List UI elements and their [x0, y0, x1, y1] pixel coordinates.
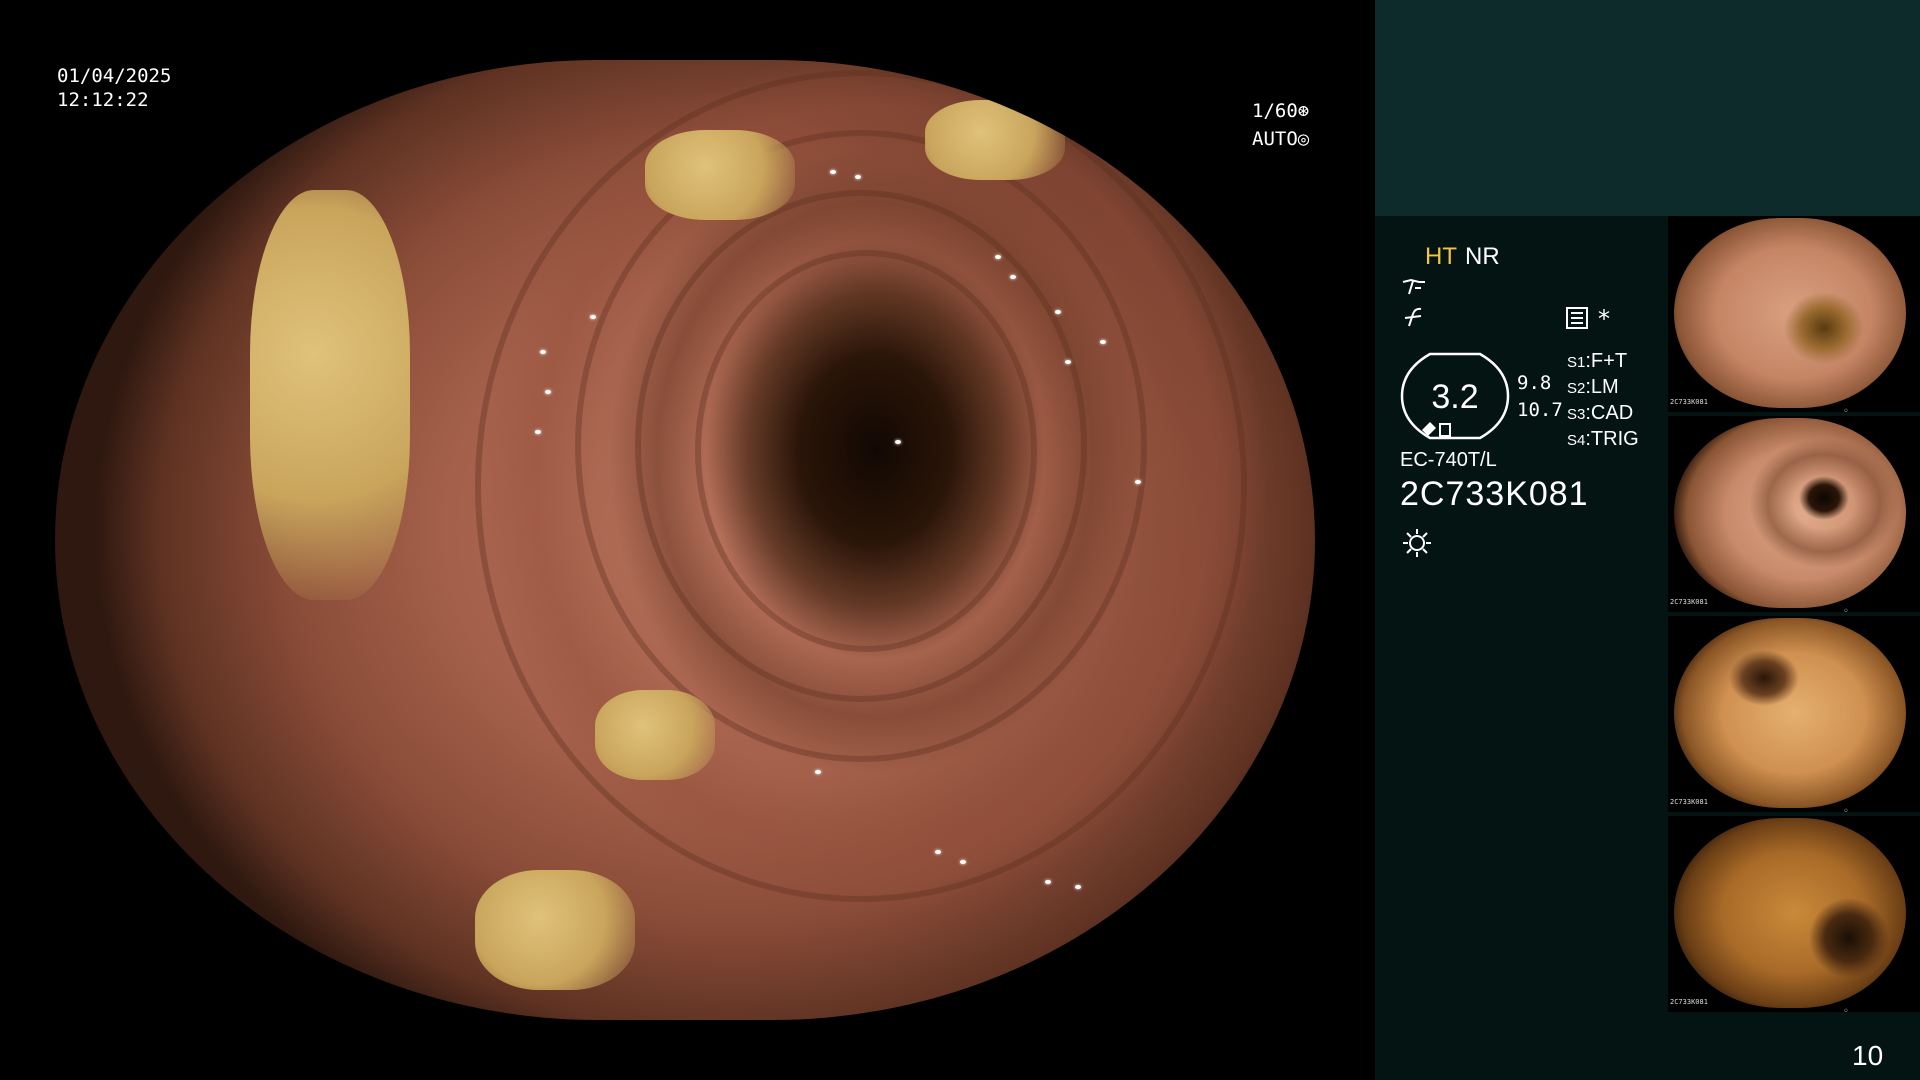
mucosal-fold [475, 70, 1247, 902]
scope-model: EC-740T/L [1400, 449, 1497, 471]
thumbnail-image [1674, 218, 1906, 408]
stool-residue [595, 690, 715, 780]
light-reflection [1075, 885, 1081, 889]
light-reflection [590, 315, 596, 319]
captured-thumbnail[interactable]: 2C733K081 [1668, 816, 1920, 1012]
light-reflection [540, 350, 546, 354]
captured-thumbnail[interactable]: 2C733K081 [1668, 216, 1920, 412]
exam-date: 01/04/2025 [57, 65, 172, 87]
switch-label: LM [1590, 376, 1619, 398]
light-reflection [895, 440, 901, 444]
switch-label: TRIG [1590, 428, 1639, 450]
shutter-value: 1/60 [1252, 100, 1298, 122]
light-reflection [1135, 480, 1141, 484]
captured-images-strip: 2C733K081 2C733K081 2C733K081 2C733K081 [1668, 216, 1920, 1016]
light-reflection [995, 255, 1001, 259]
settings-list-icon [1566, 307, 1588, 329]
switch-key: S3 [1567, 406, 1586, 423]
endoscopy-screen: 01/04/2025 12:12:22 1/60⊛ AUTO◎ HT NR * [0, 0, 1920, 1080]
switch-item: S3:CAD [1567, 402, 1634, 424]
captured-thumbnail[interactable]: 2C733K081 [1668, 416, 1920, 612]
shutter-icon: ⊛ [1297, 100, 1310, 122]
switch-key: S2 [1567, 380, 1586, 397]
thumbnail-marker-icon: ◦ [1843, 1006, 1849, 1017]
iris-value: AUTO [1252, 128, 1298, 150]
thumbnail-serial: 2C733K081 [1670, 598, 1708, 606]
switch-item: S4:TRIG [1567, 428, 1639, 450]
zoom-indicator: 3.2 [1400, 352, 1510, 440]
light-reflection [1065, 360, 1071, 364]
endoscope-live-view [55, 60, 1315, 1020]
light-reflection [855, 175, 861, 179]
light-reflection [1100, 340, 1106, 344]
page-number: 10 [1852, 1040, 1884, 1071]
switch-item: S1:F+T [1567, 350, 1628, 372]
thumbnail-marker-icon: ◦ [1843, 406, 1849, 417]
switch-key: S1 [1567, 354, 1586, 371]
side-panel-top [1375, 0, 1920, 216]
scope-serial: 2C733K081 [1400, 475, 1589, 513]
thumbnail-marker-icon: ◦ [1843, 806, 1849, 817]
color-enhance-icon [1401, 306, 1427, 333]
switch-label: CAD [1590, 402, 1634, 424]
stool-residue [925, 100, 1065, 180]
nr-mode-label: NR [1465, 243, 1500, 270]
light-reflection [1055, 310, 1061, 314]
thumbnail-marker-icon: ◦ [1843, 606, 1849, 617]
light-reflection [935, 850, 941, 854]
light-reflection [830, 170, 836, 174]
scope-switch-list: S1:F+T S2:LM S3:CAD S4:TRIG [1567, 349, 1639, 453]
light-reflection [960, 860, 966, 864]
thumbnail-serial: 2C733K081 [1670, 998, 1708, 1006]
thumbnail-serial: 2C733K081 [1670, 798, 1708, 806]
light-reflection [815, 770, 821, 774]
thumbnail-image [1674, 418, 1906, 608]
stool-residue [475, 870, 635, 990]
ht-mode-label: HT [1425, 243, 1457, 270]
stool-residue [645, 130, 795, 220]
light-reflection [1010, 275, 1016, 279]
zoom-num-top: 9.8 [1517, 372, 1552, 394]
exam-time: 12:12:22 [57, 89, 149, 111]
switch-item: S2:LM [1567, 376, 1619, 398]
light-reflection [1045, 880, 1051, 884]
thumbnail-serial: 2C733K081 [1670, 398, 1708, 406]
light-reflection [545, 390, 551, 394]
thumbnail-image [1674, 818, 1906, 1008]
zoom-values: 9.8 10.7 [1517, 370, 1563, 424]
shutter-speed: 1/60⊛ [1252, 100, 1309, 122]
switch-label: F+T [1590, 350, 1628, 372]
switch-key: S4 [1567, 432, 1586, 449]
structure-enhance-icon [1401, 276, 1427, 303]
light-source-icon [1402, 528, 1432, 558]
zoom-num-bottom: 10.7 [1517, 399, 1563, 421]
iris-mode: AUTO◎ [1252, 128, 1309, 150]
light-reflection [535, 430, 541, 434]
zoom-value: 3.2 [1431, 378, 1479, 416]
image-mode-row: HT NR [1425, 243, 1500, 271]
thumbnail-image [1674, 618, 1906, 808]
iris-icon: ◎ [1297, 128, 1310, 150]
star-marker: * [1598, 305, 1610, 333]
captured-thumbnail[interactable]: 2C733K081 [1668, 616, 1920, 812]
stool-residue [250, 190, 410, 600]
